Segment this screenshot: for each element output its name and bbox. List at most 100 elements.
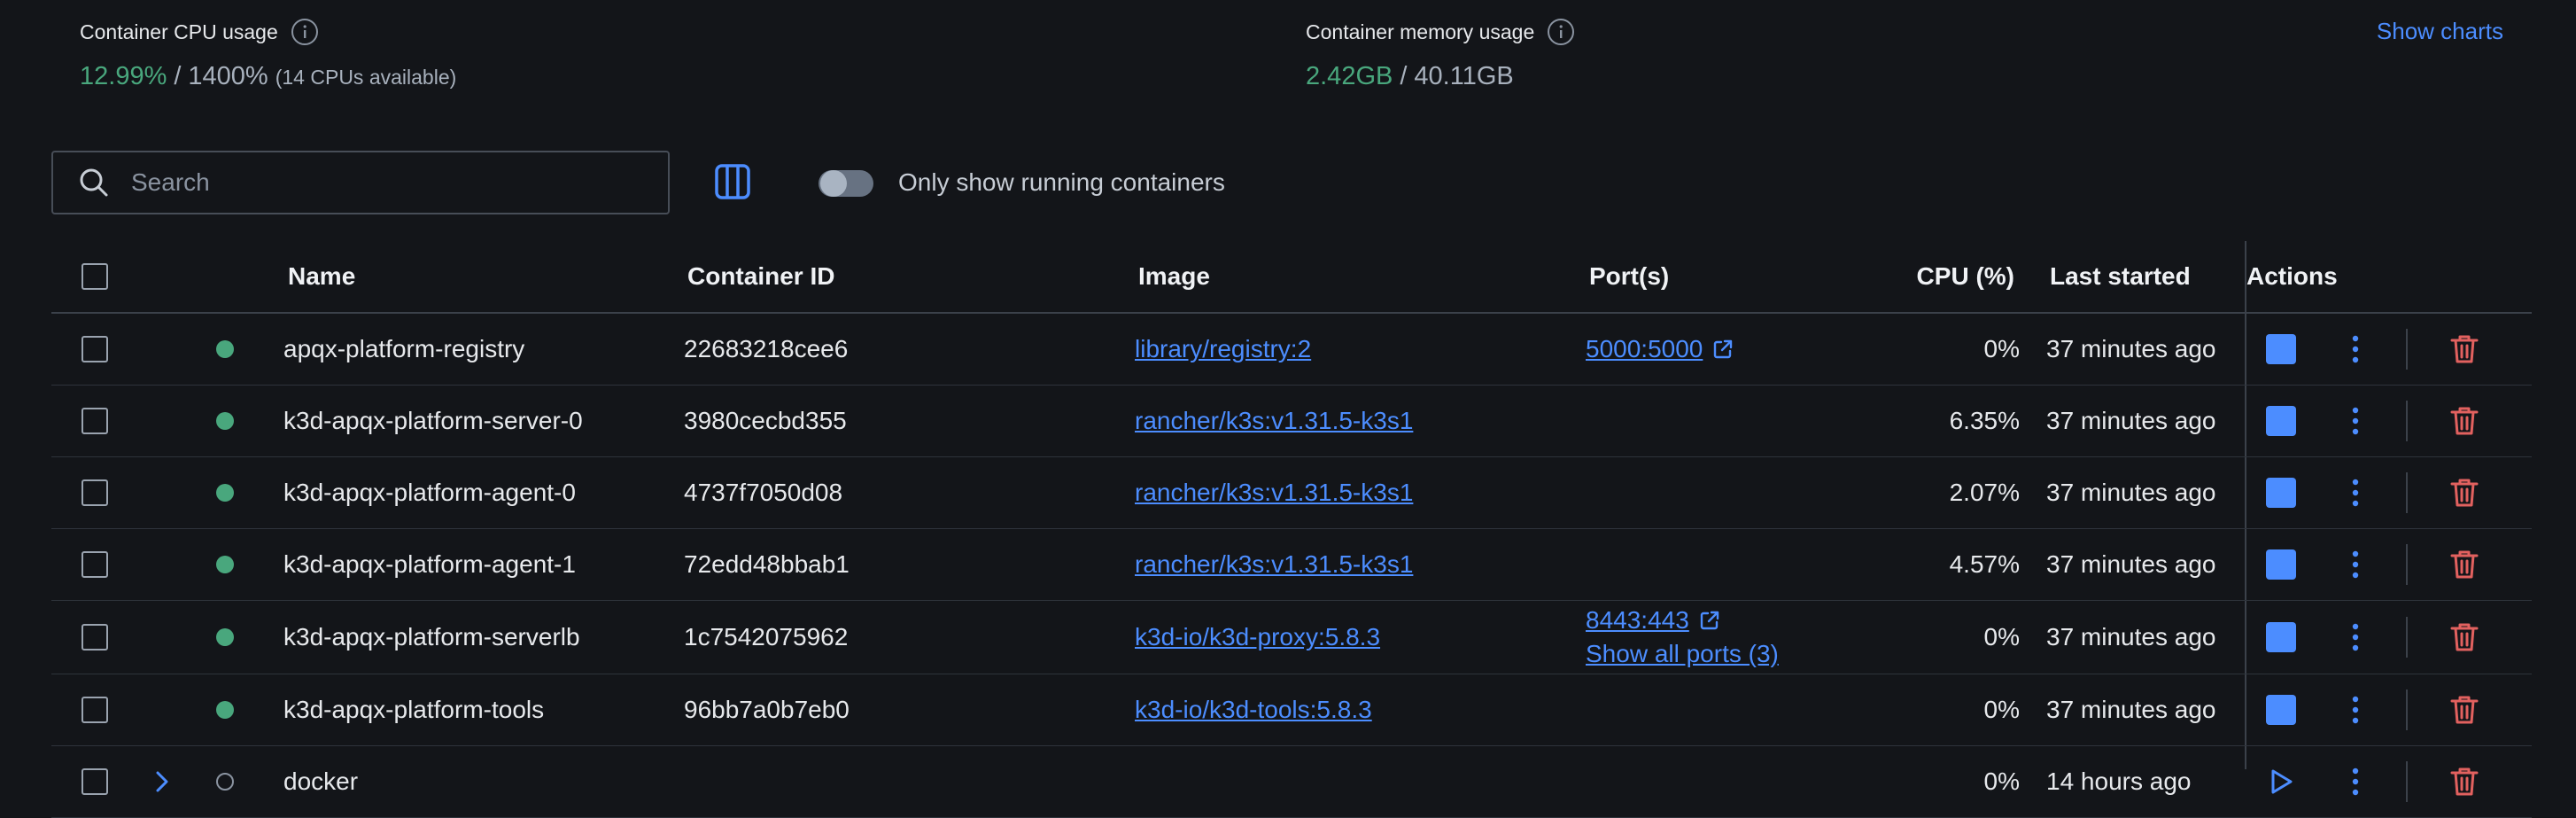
header-last-started[interactable]: Last started bbox=[2050, 241, 2191, 312]
search-box[interactable] bbox=[51, 151, 670, 214]
search-input[interactable] bbox=[129, 167, 629, 198]
container-name[interactable]: k3d-apqx-platform-tools bbox=[283, 674, 544, 745]
container-id: 3980cecbd355 bbox=[684, 407, 847, 434]
image-link[interactable]: rancher/k3s:v1.31.5-k3s1 bbox=[1135, 407, 1413, 435]
cpu-usage-used: 12.99% bbox=[80, 62, 167, 90]
more-vertical-icon[interactable] bbox=[2340, 475, 2370, 510]
action-separator bbox=[2406, 617, 2408, 658]
more-vertical-icon[interactable] bbox=[2340, 619, 2370, 655]
container-name[interactable]: k3d-apqx-platform-agent-0 bbox=[283, 457, 576, 528]
container-name[interactable]: k3d-apqx-platform-agent-1 bbox=[283, 529, 576, 600]
chevron-right-icon[interactable] bbox=[152, 746, 172, 817]
info-icon[interactable] bbox=[291, 18, 319, 46]
last-started: 37 minutes ago bbox=[2046, 550, 2216, 578]
last-started: 14 hours ago bbox=[2046, 767, 2192, 795]
table-row[interactable]: k3d-apqx-platform-agent-0 4737f7050d08 r… bbox=[51, 457, 2532, 529]
container-name[interactable]: docker bbox=[283, 746, 358, 817]
external-link-icon[interactable] bbox=[1698, 609, 1721, 632]
status-cell bbox=[216, 529, 234, 600]
status-cell bbox=[216, 386, 234, 456]
port-link[interactable]: 5000:5000 bbox=[1586, 335, 1703, 363]
table-row[interactable]: apqx-platform-registry 22683218cee6 libr… bbox=[51, 314, 2532, 386]
cpu-value: 6.35% bbox=[1949, 407, 2020, 434]
table-row[interactable]: k3d-apqx-platform-server-0 3980cecbd355 … bbox=[51, 386, 2532, 457]
columns-icon bbox=[714, 163, 751, 205]
header-image[interactable]: Image bbox=[1138, 241, 1210, 312]
header-container-id[interactable]: Container ID bbox=[687, 241, 834, 312]
table-row[interactable]: k3d-apqx-platform-tools 96bb7a0b7eb0 k3d… bbox=[51, 674, 2532, 746]
last-started: 37 minutes ago bbox=[2046, 479, 2216, 506]
image-cell: k3d-io/k3d-tools:5.8.3 bbox=[1135, 674, 1372, 745]
stop-icon[interactable] bbox=[2266, 334, 2296, 364]
stopped-status-dot bbox=[216, 773, 234, 791]
status-cell bbox=[216, 601, 234, 674]
image-cell: rancher/k3s:v1.31.5-k3s1 bbox=[1135, 457, 1413, 528]
row-actions bbox=[2266, 457, 2482, 528]
row-checkbox[interactable] bbox=[81, 768, 108, 795]
select-all-checkbox[interactable] bbox=[81, 263, 108, 290]
image-link[interactable]: k3d-io/k3d-proxy:5.8.3 bbox=[1135, 623, 1380, 651]
external-link-icon[interactable] bbox=[1711, 338, 1734, 361]
show-charts-link[interactable]: Show charts bbox=[2377, 18, 2503, 45]
container-id: 96bb7a0b7eb0 bbox=[684, 696, 850, 723]
memory-usage-total: 40.11GB bbox=[1414, 62, 1514, 90]
action-separator bbox=[2406, 544, 2408, 585]
stop-icon[interactable] bbox=[2266, 695, 2296, 725]
table-row[interactable]: k3d-apqx-platform-agent-1 72edd48bbab1 r… bbox=[51, 529, 2532, 601]
port-link[interactable]: 8443:443 bbox=[1586, 606, 1689, 635]
stop-icon[interactable] bbox=[2266, 406, 2296, 436]
more-vertical-icon[interactable] bbox=[2340, 547, 2370, 582]
trash-icon[interactable] bbox=[2447, 619, 2482, 655]
cpu-value: 0% bbox=[1983, 623, 2020, 651]
more-vertical-icon[interactable] bbox=[2340, 692, 2370, 728]
status-cell bbox=[216, 314, 234, 385]
trash-icon[interactable] bbox=[2447, 692, 2482, 728]
header-cpu[interactable]: CPU (%) bbox=[1917, 241, 2014, 312]
image-link[interactable]: k3d-io/k3d-tools:5.8.3 bbox=[1135, 696, 1372, 724]
image-link[interactable]: rancher/k3s:v1.31.5-k3s1 bbox=[1135, 550, 1413, 579]
more-vertical-icon[interactable] bbox=[2340, 403, 2370, 439]
memory-usage-title-row: Container memory usage bbox=[1306, 14, 1575, 50]
info-icon[interactable] bbox=[1547, 18, 1575, 46]
row-checkbox[interactable] bbox=[81, 697, 108, 723]
row-checkbox-cell bbox=[81, 529, 108, 600]
container-name[interactable]: k3d-apqx-platform-serverlb bbox=[283, 601, 580, 674]
image-link[interactable]: library/registry:2 bbox=[1135, 335, 1311, 363]
row-checkbox-cell bbox=[81, 746, 108, 817]
more-vertical-icon[interactable] bbox=[2340, 331, 2370, 367]
header-ports[interactable]: Port(s) bbox=[1589, 241, 1669, 312]
columns-toggle-button[interactable] bbox=[712, 163, 753, 204]
more-vertical-icon[interactable] bbox=[2340, 764, 2370, 799]
trash-icon[interactable] bbox=[2447, 547, 2482, 582]
play-icon[interactable] bbox=[2266, 767, 2296, 797]
row-checkbox[interactable] bbox=[81, 479, 108, 506]
stop-icon[interactable] bbox=[2266, 549, 2296, 580]
table-row[interactable]: k3d-apqx-platform-serverlb 1c7542075962 … bbox=[51, 601, 2532, 674]
row-checkbox[interactable] bbox=[81, 551, 108, 578]
table-row[interactable]: docker 0% 14 hours ago bbox=[51, 746, 2532, 818]
action-separator bbox=[2406, 401, 2408, 441]
trash-icon[interactable] bbox=[2447, 764, 2482, 799]
image-link[interactable]: rancher/k3s:v1.31.5-k3s1 bbox=[1135, 479, 1413, 507]
image-cell: k3d-io/k3d-proxy:5.8.3 bbox=[1135, 601, 1380, 674]
trash-icon[interactable] bbox=[2447, 403, 2482, 439]
show-all-ports-link[interactable]: Show all ports (3) bbox=[1586, 640, 1779, 668]
action-separator bbox=[2406, 329, 2408, 370]
ports-cell: 5000:5000 bbox=[1586, 314, 1734, 385]
port-line: 5000:5000 bbox=[1586, 335, 1734, 363]
row-checkbox[interactable] bbox=[81, 408, 108, 434]
cpu-usage-title-row: Container CPU usage bbox=[80, 14, 456, 50]
container-name[interactable]: apqx-platform-registry bbox=[283, 314, 524, 385]
row-actions bbox=[2266, 314, 2482, 385]
row-actions bbox=[2266, 674, 2482, 745]
row-checkbox[interactable] bbox=[81, 624, 108, 651]
trash-icon[interactable] bbox=[2447, 475, 2482, 510]
stop-icon[interactable] bbox=[2266, 478, 2296, 508]
header-name[interactable]: Name bbox=[288, 241, 355, 312]
stop-icon[interactable] bbox=[2266, 622, 2296, 652]
memory-usage-title: Container memory usage bbox=[1306, 19, 1535, 43]
running-only-toggle[interactable] bbox=[819, 170, 873, 197]
row-checkbox[interactable] bbox=[81, 336, 108, 362]
trash-icon[interactable] bbox=[2447, 331, 2482, 367]
container-name[interactable]: k3d-apqx-platform-server-0 bbox=[283, 386, 583, 456]
